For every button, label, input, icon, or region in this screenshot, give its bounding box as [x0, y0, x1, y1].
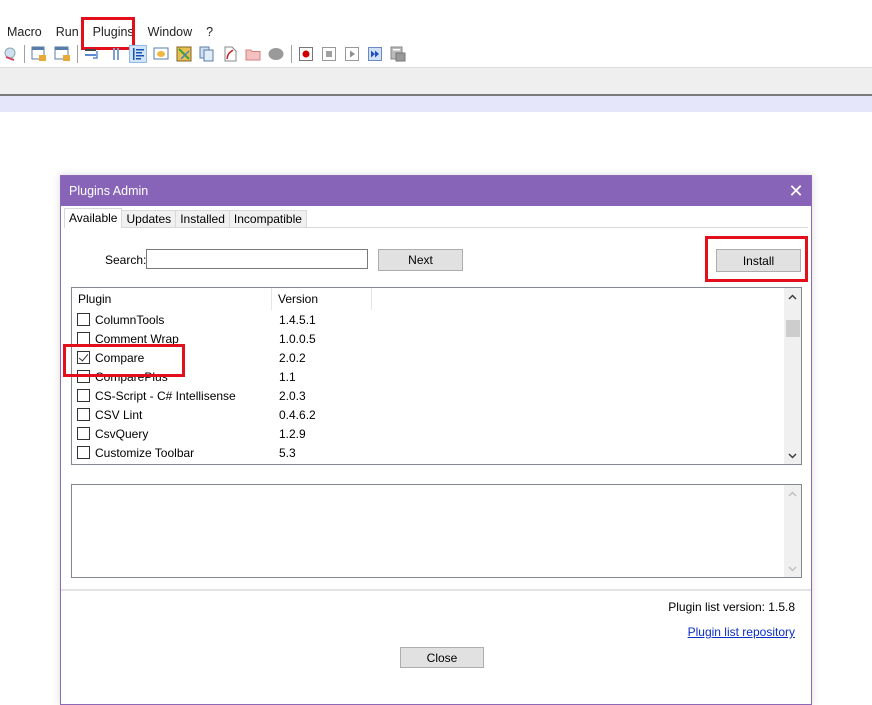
pdf-document-icon[interactable]: [222, 46, 238, 62]
menu-help[interactable]: ?: [199, 22, 220, 42]
plugin-name: CsvQuery: [95, 426, 149, 441]
plugin-checkbox[interactable]: [77, 313, 90, 326]
plugin-checkbox[interactable]: [77, 427, 90, 440]
doc-map-icon[interactable]: [153, 46, 169, 62]
run-macro-multiple-icon[interactable]: [367, 46, 383, 62]
record-macro-icon[interactable]: [298, 46, 314, 62]
plugin-version: 1.0.0.5: [279, 331, 316, 346]
plugin-version: 2.0.2: [279, 350, 306, 365]
plugin-version: 0.4.6.2: [279, 407, 316, 422]
plugin-checkbox[interactable]: [77, 446, 90, 459]
scrollbar-thumb[interactable]: [786, 320, 800, 337]
plugin-name: ColumnTools: [95, 312, 165, 327]
column-header-version[interactable]: Version: [272, 288, 372, 310]
close-icon[interactable]: ✕: [781, 176, 811, 206]
list-item[interactable]: CSV Lint 0.4.6.2: [72, 405, 788, 424]
list-item[interactable]: ColumnTools 1.4.5.1: [72, 310, 788, 329]
list-header: Plugin Version: [72, 288, 788, 310]
editor-current-line: [0, 96, 872, 112]
tab-available[interactable]: Available: [64, 208, 123, 228]
zoom-search-icon[interactable]: [1, 46, 17, 62]
show-all-chars-icon[interactable]: [107, 46, 123, 62]
word-wrap-icon[interactable]: [84, 46, 100, 62]
document-tab-bar: [0, 68, 872, 94]
menu-macro[interactable]: Macro: [0, 22, 49, 42]
plugin-checkbox[interactable]: [77, 408, 90, 421]
plugin-checkbox[interactable]: [77, 389, 90, 402]
tab-incompatible[interactable]: Incompatible: [228, 210, 307, 228]
indent-guide-icon[interactable]: [129, 45, 147, 63]
scroll-up-icon: [784, 485, 801, 502]
plugin-version: 5.3: [279, 445, 296, 460]
search-input[interactable]: [146, 249, 368, 269]
tabs-divider: [64, 227, 808, 228]
lock-window-alt-icon[interactable]: [54, 46, 70, 62]
search-label: Search:: [105, 253, 147, 267]
column-header-plugin[interactable]: Plugin: [72, 288, 272, 310]
dialog-tabs: Available Updates Installed Incompatible: [64, 208, 307, 228]
dialog-divider: [61, 589, 811, 591]
scroll-up-icon[interactable]: [784, 288, 801, 305]
menu-window[interactable]: Window: [141, 22, 199, 42]
plugin-version: 1.2.9: [279, 426, 306, 441]
plugin-version: 1.4.5.1: [279, 312, 316, 327]
toolbar-separator: [290, 45, 292, 63]
plugin-name: CS-Script - C# Intellisense: [95, 388, 236, 403]
list-item[interactable]: CS-Script - C# Intellisense 2.0.3: [72, 386, 788, 405]
plugin-version: 2.0.3: [279, 388, 306, 403]
plugin-list-repository-link[interactable]: Plugin list repository: [688, 625, 795, 639]
next-button[interactable]: Next: [378, 249, 463, 271]
dialog-title: Plugins Admin: [69, 184, 149, 198]
list-item[interactable]: Customize Toolbar 5.3: [72, 443, 788, 462]
toolbar: [0, 43, 872, 65]
install-button-highlight: [705, 236, 808, 282]
plugin-description-box[interactable]: [71, 484, 802, 578]
stop-macro-icon[interactable]: [321, 46, 337, 62]
tab-installed[interactable]: Installed: [175, 210, 230, 228]
plugin-version: 1.1: [279, 369, 296, 384]
plugin-name: Customize Toolbar: [95, 445, 195, 460]
plugin-list-version: Plugin list version: 1.5.8: [668, 600, 795, 614]
list-rows: ColumnTools 1.4.5.1 Comment Wrap 1.0.0.5…: [72, 310, 788, 462]
plugins-admin-dialog: Plugins Admin ✕ Available Updates Instal…: [60, 175, 812, 705]
compare-row-highlight: [63, 344, 185, 377]
toolbar-separator: [23, 45, 25, 63]
folder-icon[interactable]: [245, 46, 261, 62]
lock-window-icon[interactable]: [31, 46, 47, 62]
scroll-down-icon: [784, 560, 801, 577]
save-macro-icon[interactable]: [390, 46, 406, 62]
dialog-titlebar: Plugins Admin ✕: [61, 176, 811, 206]
close-button[interactable]: Close: [400, 647, 484, 668]
list-scrollbar[interactable]: [784, 288, 801, 464]
monitoring-icon[interactable]: [268, 46, 284, 62]
toolbar-separator: [76, 45, 78, 63]
description-scrollbar: [784, 485, 801, 577]
plugin-name: CSV Lint: [95, 407, 143, 422]
list-item[interactable]: CsvQuery 1.2.9: [72, 424, 788, 443]
scroll-down-icon[interactable]: [784, 447, 801, 464]
function-list-icon[interactable]: [176, 46, 192, 62]
tab-updates[interactable]: Updates: [121, 210, 177, 228]
clone-docs-icon[interactable]: [199, 46, 215, 62]
play-macro-icon[interactable]: [344, 46, 360, 62]
